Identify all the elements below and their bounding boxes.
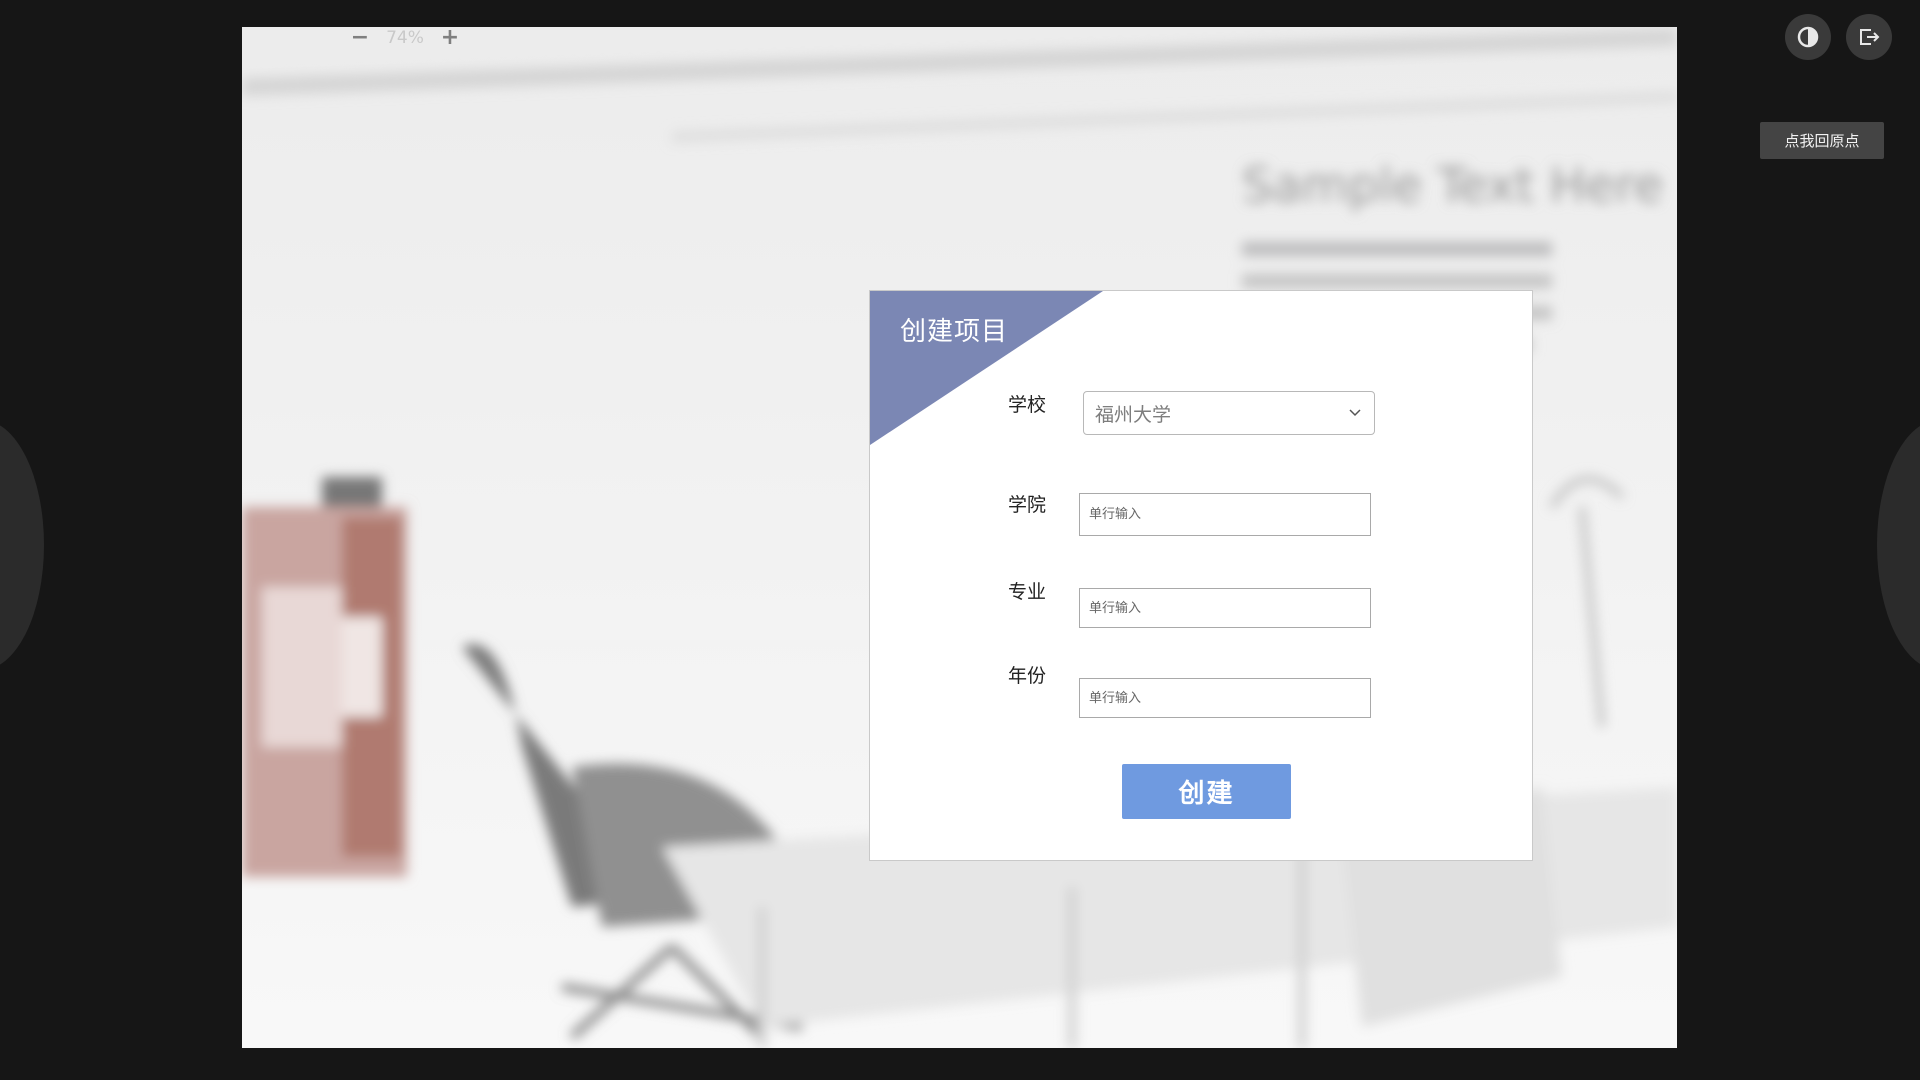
school-select[interactable]: 福州大学 (1083, 391, 1375, 435)
zoom-level: 74% (386, 28, 424, 48)
zoom-in-button[interactable]: + (439, 27, 461, 49)
zoom-out-button[interactable]: − (349, 27, 371, 49)
exit-button[interactable] (1846, 14, 1892, 60)
major-label: 专业 (1008, 581, 1047, 603)
major-input[interactable] (1079, 588, 1371, 628)
previous-page-button[interactable] (0, 420, 44, 670)
exit-icon (1860, 29, 1880, 45)
chevron-down-icon (1344, 402, 1366, 424)
create-project-dialog: 创建项目 学校 福州大学 学院 专业 年份 创建 (869, 290, 1533, 861)
background-heading-text: Sample Text Here (1242, 158, 1663, 214)
school-label: 学校 (1008, 394, 1047, 416)
dialog-title: 创建项目 (900, 317, 1009, 347)
contrast-toggle-button[interactable] (1785, 14, 1831, 60)
year-label: 年份 (1008, 665, 1047, 687)
reset-origin-button[interactable]: 点我回原点 (1760, 122, 1884, 159)
next-page-button[interactable] (1877, 420, 1920, 670)
year-input[interactable] (1079, 678, 1371, 718)
school-select-value: 福州大学 (1095, 403, 1172, 426)
slide-canvas: Sample Text Here 创建项目 学校 福州大学 学院 专业 年份 创… (242, 27, 1677, 1048)
college-input[interactable] (1079, 493, 1371, 536)
contrast-icon (1797, 26, 1819, 48)
create-button[interactable]: 创建 (1122, 764, 1291, 819)
zoom-controls: − 74% + (349, 24, 461, 52)
college-label: 学院 (1008, 494, 1047, 516)
